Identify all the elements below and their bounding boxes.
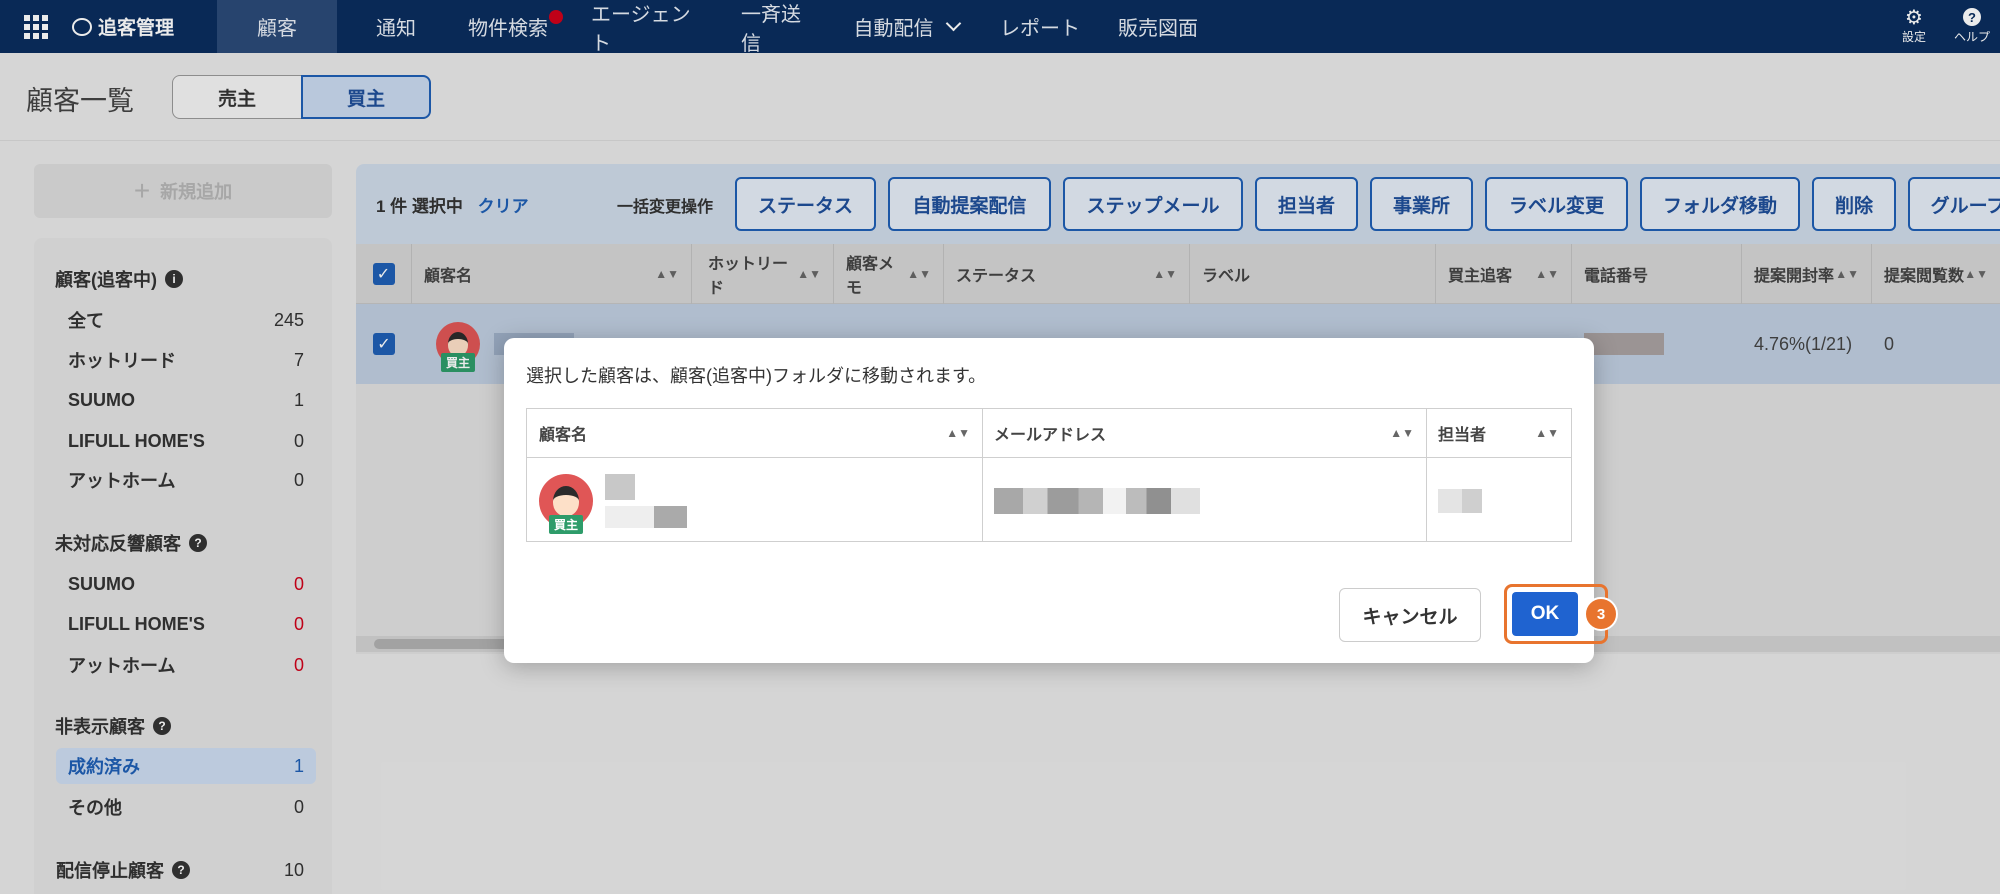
- avatar: 買主: [539, 473, 593, 534]
- redacted-assignee: [1438, 488, 1482, 513]
- ok-button[interactable]: OK: [1512, 592, 1578, 636]
- redacted-block: [605, 473, 635, 500]
- col-label: 担当者: [1438, 427, 1487, 444]
- sort-icon: ▲▼: [1535, 425, 1559, 440]
- dialog-col-email[interactable]: メールアドレス ▲▼: [982, 409, 1426, 458]
- redacted-email: [994, 487, 1200, 514]
- col-label: メールアドレス: [994, 427, 1107, 444]
- sort-icon: ▲▼: [1390, 425, 1414, 440]
- buyer-tag: 買主: [548, 514, 584, 534]
- cancel-button[interactable]: キャンセル: [1339, 588, 1481, 642]
- avatar-face-icon: [553, 485, 579, 516]
- redacted-block: [605, 505, 687, 528]
- dialog-row-email: [982, 459, 1426, 542]
- step-number-badge: 3: [1584, 597, 1618, 631]
- col-label: 顧客名: [539, 427, 588, 444]
- dialog-message: 選択した顧客は、顧客(追客中)フォルダに移動されます。: [526, 366, 987, 386]
- sort-icon: ▲▼: [946, 425, 970, 440]
- dialog-col-assignee[interactable]: 担当者 ▲▼: [1426, 409, 1571, 458]
- dialog-customer-table: 顧客名 ▲▼ メールアドレス ▲▼ 担当者 ▲▼ 買主: [526, 408, 1572, 542]
- dialog-row-name: 買主: [527, 459, 982, 542]
- dialog-col-name[interactable]: 顧客名 ▲▼: [527, 409, 982, 458]
- folder-move-dialog: 選択した顧客は、顧客(追客中)フォルダに移動されます。 顧客名 ▲▼ メールアドレ…: [504, 338, 1618, 663]
- redacted-name: [605, 473, 687, 528]
- dialog-row-assignee: [1426, 459, 1571, 542]
